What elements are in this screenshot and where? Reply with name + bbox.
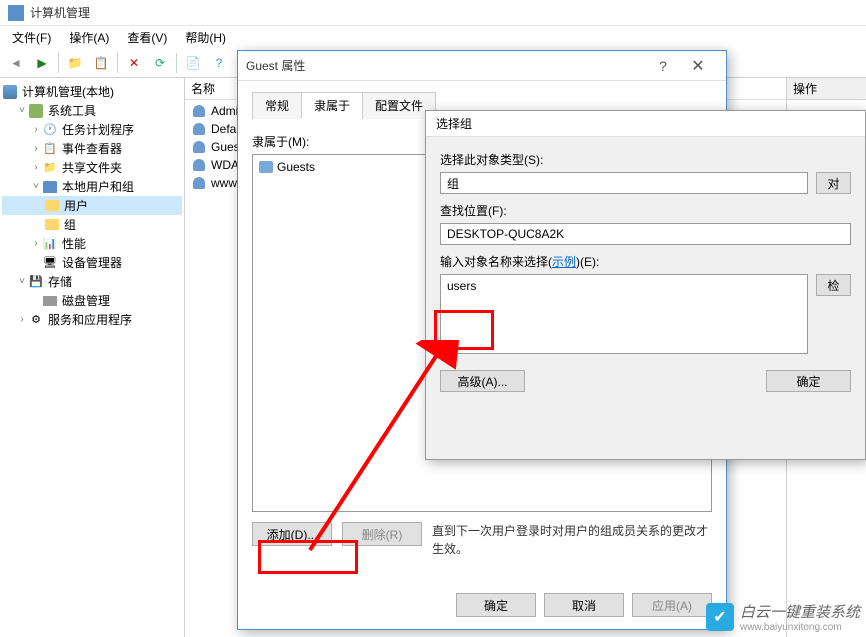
menu-action[interactable]: 操作(A) — [61, 27, 117, 48]
forward-button[interactable]: ▶ — [30, 51, 54, 75]
help-button[interactable]: ? — [207, 51, 231, 75]
check-names-button[interactable]: 检 — [816, 274, 851, 296]
menubar: 文件(F) 操作(A) 查看(V) 帮助(H) — [0, 26, 866, 48]
menu-help[interactable]: 帮助(H) — [177, 27, 234, 48]
tree-root[interactable]: 计算机管理(本地) — [2, 82, 182, 101]
hint-text: 直到下一次用户登录时对用户的组成员关系的更改才生效。 — [432, 522, 712, 558]
dialog-help-button[interactable]: ? — [648, 58, 678, 74]
tree-taskscheduler[interactable]: ›🕐任务计划程序 — [2, 120, 182, 139]
refresh-button[interactable]: ⟳ — [148, 51, 172, 75]
delete-button[interactable]: ✕ — [122, 51, 146, 75]
watermark: ✔ 白云一键重装系统 www.baiyunxitong.com — [706, 601, 860, 633]
object-type-label: 选择此对象类型(S): — [440, 151, 851, 168]
watermark-url: www.baiyunxitong.com — [740, 622, 860, 633]
export-button[interactable]: 📄 — [181, 51, 205, 75]
tree-performance[interactable]: ›📊性能 — [2, 234, 182, 253]
location-label: 查找位置(F): — [440, 202, 851, 219]
watermark-text: 白云一键重装系统 — [740, 601, 860, 622]
tree-panel: 计算机管理(本地) ˅系统工具 ›🕐任务计划程序 ›📋事件查看器 ›📁共享文件夹… — [0, 78, 185, 637]
dialog-titlebar[interactable]: Guest 属性 ? ✕ — [238, 51, 726, 81]
example-link[interactable]: 示例 — [552, 255, 576, 269]
apply-button[interactable]: 应用(A) — [632, 593, 712, 617]
actions-header: 操作 — [787, 78, 866, 100]
add-button[interactable]: 添加(D)... — [252, 522, 332, 546]
advanced-button[interactable]: 高级(A)... — [440, 370, 525, 392]
tree-eventviewer[interactable]: ›📋事件查看器 — [2, 139, 182, 158]
select-ok-button[interactable]: 确定 — [766, 370, 851, 392]
window-title: 计算机管理 — [30, 4, 90, 21]
dialog-close-button[interactable]: ✕ — [678, 56, 718, 76]
tree-groups[interactable]: 组 — [2, 215, 182, 234]
tree-sharedfolders[interactable]: ›📁共享文件夹 — [2, 158, 182, 177]
up-button[interactable]: 📁 — [63, 51, 87, 75]
object-names-input[interactable] — [440, 274, 808, 354]
menu-view[interactable]: 查看(V) — [119, 27, 175, 48]
properties-button[interactable]: 📋 — [89, 51, 113, 75]
window-titlebar: 计算机管理 — [0, 0, 866, 26]
location-field[interactable] — [440, 223, 851, 245]
tree-users[interactable]: 用户 — [2, 196, 182, 215]
object-types-button[interactable]: 对 — [816, 172, 851, 194]
menu-file[interactable]: 文件(F) — [4, 27, 59, 48]
tab-memberof[interactable]: 隶属于 — [301, 92, 363, 119]
tab-general[interactable]: 常规 — [252, 92, 302, 119]
tree-systools[interactable]: ˅系统工具 — [2, 101, 182, 120]
app-icon — [8, 5, 24, 21]
ok-button[interactable]: 确定 — [456, 593, 536, 617]
back-button[interactable]: ◄ — [4, 51, 28, 75]
object-type-field[interactable] — [440, 172, 808, 194]
dialog-title: Guest 属性 — [246, 57, 648, 74]
tree-services[interactable]: ›⚙服务和应用程序 — [2, 310, 182, 329]
tree-diskmgmt[interactable]: 磁盘管理 — [2, 291, 182, 310]
cancel-button[interactable]: 取消 — [544, 593, 624, 617]
group-icon — [259, 161, 273, 173]
select-group-dialog: 选择组 选择此对象类型(S): 对 查找位置(F): 输入对象名称来选择(示例)… — [425, 110, 866, 460]
watermark-icon: ✔ — [706, 603, 734, 631]
remove-button[interactable]: 删除(R) — [342, 522, 422, 546]
tree-storage[interactable]: ˅💾存储 — [2, 272, 182, 291]
select-dialog-titlebar[interactable]: 选择组 — [426, 111, 865, 137]
select-dialog-title: 选择组 — [436, 115, 472, 132]
names-label: 输入对象名称来选择(示例)(E): — [440, 253, 851, 270]
tree-devicemgr[interactable]: 🖥设备管理器 — [2, 253, 182, 272]
tree-localusers[interactable]: ˅本地用户和组 — [2, 177, 182, 196]
